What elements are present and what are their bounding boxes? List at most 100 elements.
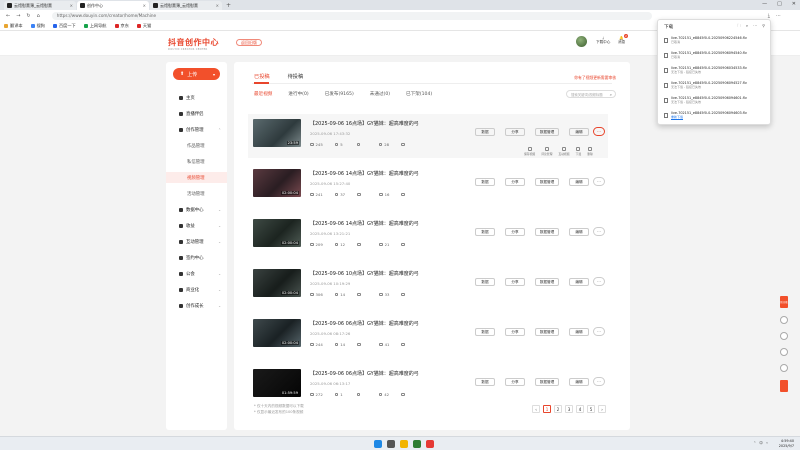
share-button[interactable]: 分享 xyxy=(505,178,525,186)
data-manage-button[interactable]: 数据管理 xyxy=(535,128,559,136)
more-button[interactable]: ··· xyxy=(593,377,605,386)
service-icon[interactable] xyxy=(780,348,788,356)
edit-button[interactable]: 编辑 xyxy=(569,328,589,336)
upload-button[interactable]: ⬆ 上传 ▾ xyxy=(173,68,220,80)
data-button[interactable]: 数据 xyxy=(475,278,495,286)
more-action-item[interactable]: 互动视频 xyxy=(558,147,570,156)
sidebar-item[interactable]: 创作成长 ⌄ xyxy=(166,300,227,311)
sidebar-item[interactable]: 活动管理 xyxy=(166,188,227,199)
download-item[interactable]: live-702151_e8845f0-0-20250906094540.flv… xyxy=(664,51,764,64)
sidebar-item[interactable]: 视频管理 xyxy=(166,172,227,183)
sidebar-item[interactable]: 主页 xyxy=(166,92,227,103)
page-button[interactable]: 5 xyxy=(587,405,595,413)
video-thumbnail[interactable]: 02:00:04 xyxy=(253,169,301,197)
creator-center-logo[interactable]: 抖音创作中心 DOUYIN CREATOR CENTER xyxy=(168,37,219,51)
maximize-button[interactable]: □ xyxy=(777,1,782,7)
data-manage-button[interactable]: 数据管理 xyxy=(535,328,559,336)
windows-start-icon[interactable] xyxy=(374,440,382,448)
close-window-button[interactable]: ✕ xyxy=(792,1,796,7)
retry-download-link[interactable]: 重新下载 xyxy=(671,115,683,119)
sidebar-item[interactable]: 商业化 ⌄ xyxy=(166,284,227,295)
video-thumbnail[interactable]: 01:59:59 xyxy=(253,369,301,397)
new-feature-button[interactable]: 新功能 xyxy=(780,296,788,308)
sidebar-item[interactable]: 作品管理 xyxy=(166,140,227,151)
video-row[interactable]: 02:00:04 【2025-09-06 10点场】GY猫妹：超高难度的弓 2025… xyxy=(248,264,608,308)
share-button[interactable]: 分享 xyxy=(505,328,525,336)
data-button[interactable]: 数据 xyxy=(475,128,495,136)
page-button[interactable]: 4 xyxy=(576,405,584,413)
sidebar-item[interactable]: 收益 ⌄ xyxy=(166,220,227,231)
more-action-item[interactable]: 下载 xyxy=(576,147,581,156)
browser-taskbar-icon[interactable] xyxy=(426,440,434,448)
filter-recent[interactable]: 最近视频 xyxy=(254,91,272,97)
video-title[interactable]: 【2025-09-06 06点场】GY猫妹：超高难度的弓 xyxy=(310,320,419,327)
input-language[interactable]: 中 xyxy=(759,441,763,446)
share-button[interactable]: 分享 xyxy=(505,278,525,286)
home-icon[interactable]: ⌂ xyxy=(37,13,40,19)
more-action-item[interactable]: 删除 xyxy=(587,147,593,156)
edit-button[interactable]: 编辑 xyxy=(569,378,589,386)
video-row[interactable]: 23:59 【2025-09-06 16点场】GY猫妹：超高难度的弓 2025-09… xyxy=(248,114,608,158)
download-item[interactable]: live-702151_e8845f0-0-20250906094601.flv… xyxy=(664,96,764,109)
network-icon[interactable]: ⌁ xyxy=(766,441,768,446)
video-thumbnail[interactable]: 02:00:04 xyxy=(253,219,301,247)
close-tab-icon[interactable]: × xyxy=(216,3,219,8)
tab-submitted[interactable]: 已投稿 xyxy=(254,73,270,80)
forward-icon[interactable]: → xyxy=(16,13,20,19)
more-icon[interactable]: ⋯ xyxy=(753,23,757,30)
video-title[interactable]: 【2025-09-06 16点场】GY猫妹：超高难度的弓 xyxy=(310,120,419,127)
download-item[interactable]: live-702151_e8845f0-0-20250906094603.flv… xyxy=(664,111,764,124)
edit-button[interactable]: 编辑 xyxy=(569,178,589,186)
search-icon[interactable]: ⌕ xyxy=(746,23,748,30)
url-field[interactable]: https://www.douyin.com/creator/home/Mach… xyxy=(51,11,652,20)
edit-button[interactable]: 编辑 xyxy=(569,278,589,286)
minimize-button[interactable]: — xyxy=(762,1,767,7)
more-action-item[interactable]: 评论管理 xyxy=(541,147,552,156)
video-title[interactable]: 【2025-09-06 14点场】GY猫妹：超高难度的弓 xyxy=(310,170,419,177)
video-title[interactable]: 【2025-09-06 10点场】GY猫妹：超高难度的弓 xyxy=(310,270,419,277)
sidebar-item[interactable]: 直播伴侣 xyxy=(166,108,227,119)
more-button[interactable]: ··· xyxy=(593,177,605,186)
prev-page-button[interactable]: ‹ xyxy=(532,405,540,413)
download-item[interactable]: live-702151_e8845f0-0-20250906034533.flv… xyxy=(664,66,764,79)
browser-tab[interactable]: 创作中心 × xyxy=(77,1,149,10)
back-icon[interactable]: ← xyxy=(6,13,10,19)
filter-rejected[interactable]: 未通过(0) xyxy=(370,91,390,97)
sidebar-item[interactable]: 公会 ⌄ xyxy=(166,268,227,279)
page-button[interactable]: 3 xyxy=(565,405,573,413)
app-icon[interactable] xyxy=(413,440,421,448)
video-row[interactable]: 02:00:04 【2025-09-06 14点场】GY猫妹：超高难度的弓 2025… xyxy=(248,164,608,208)
feedback-icon[interactable] xyxy=(780,316,788,324)
bookmark-item[interactable]: 上网导航 xyxy=(83,23,107,29)
more-button[interactable]: ··· xyxy=(593,227,605,236)
data-button[interactable]: 数据 xyxy=(475,228,495,236)
file-explorer-icon[interactable] xyxy=(400,440,408,448)
bookmark-item[interactable]: 翻译本 xyxy=(4,23,23,29)
new-tab-button[interactable]: + xyxy=(226,2,231,9)
pin-icon[interactable]: ⚲ xyxy=(762,23,765,30)
share-button[interactable]: 分享 xyxy=(505,128,525,136)
browser-tab[interactable]: 云馆慰薰薄_云馆慰薰 × xyxy=(150,1,222,10)
menu-icon[interactable]: ⋯ xyxy=(776,13,781,19)
share-button[interactable]: 分享 xyxy=(505,378,525,386)
tab-pending[interactable]: 待投稿 xyxy=(288,73,304,80)
edit-button[interactable]: 编辑 xyxy=(569,228,589,236)
video-row[interactable]: 02:00:04 【2025-09-06 14点场】GY猫妹：超高难度的弓 2025… xyxy=(248,214,608,258)
next-page-button[interactable]: › xyxy=(598,405,606,413)
more-button[interactable]: ··· xyxy=(593,327,605,336)
bookmark-item[interactable]: 京东 xyxy=(114,23,129,29)
help-icon[interactable] xyxy=(780,332,788,340)
bookmark-item[interactable]: 搜狗 xyxy=(30,23,45,29)
download-icon[interactable]: ⤓ xyxy=(768,13,770,19)
reload-icon[interactable]: ↻ xyxy=(26,13,30,19)
bookmark-item[interactable]: 天猫 xyxy=(136,23,151,29)
clock[interactable]: 4:59:40 2025/9/7 xyxy=(779,439,794,448)
data-button[interactable]: 数据 xyxy=(475,178,495,186)
data-button[interactable]: 数据 xyxy=(475,378,495,386)
avatar[interactable] xyxy=(576,36,587,47)
update-notice-link[interactable]: 你有了视频更新需要审核 xyxy=(574,75,616,81)
search-taskbar-icon[interactable] xyxy=(387,440,395,448)
sidebar-item[interactable]: 互动管理 ⌄ xyxy=(166,236,227,247)
sidebar-item[interactable]: 数据中心 ⌄ xyxy=(166,204,227,215)
data-button[interactable]: 数据 xyxy=(475,328,495,336)
